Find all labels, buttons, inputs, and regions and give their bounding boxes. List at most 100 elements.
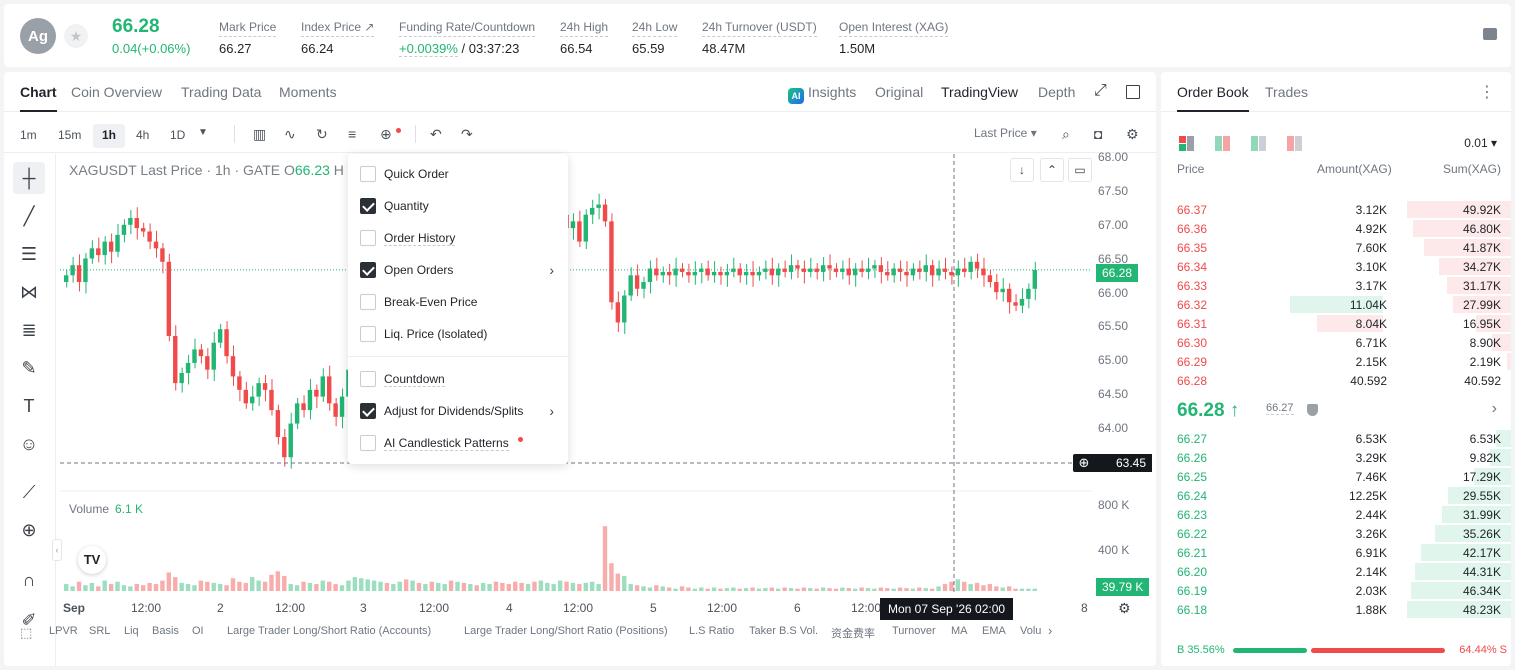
indicator-basis[interactable]: Basis bbox=[152, 625, 179, 637]
ask-row[interactable]: 66.35 7.60K 41.87K bbox=[1161, 238, 1511, 257]
ask-row[interactable]: 66.30 6.71K 8.90K bbox=[1161, 333, 1511, 352]
search-icon[interactable]: ⌕ bbox=[1062, 126, 1070, 143]
view-tradingview[interactable]: TradingView bbox=[941, 84, 1018, 100]
stat-label[interactable]: Mark Price bbox=[219, 20, 277, 37]
view-depth[interactable]: Depth bbox=[1038, 84, 1075, 100]
indicator-lt-ls-positions[interactable]: Large Trader Long/Short Ratio (Positions… bbox=[464, 625, 668, 637]
checkbox[interactable] bbox=[360, 166, 376, 182]
menu-item-quick-order[interactable]: Quick Order bbox=[348, 160, 568, 188]
text-tool-icon[interactable]: T bbox=[13, 390, 45, 422]
candlestick-svg[interactable] bbox=[60, 154, 1092, 594]
checkbox-checked[interactable] bbox=[360, 262, 376, 278]
favorite-star-icon[interactable]: ★ bbox=[64, 24, 88, 48]
view-both-icon[interactable] bbox=[1179, 136, 1195, 151]
menu-item-order-history[interactable]: Order History bbox=[348, 224, 568, 252]
precision-select[interactable]: 0.01 ▾ bbox=[1464, 136, 1497, 150]
indicator-bar-icon[interactable]: ⬚ bbox=[20, 625, 32, 641]
ask-row[interactable]: 66.34 3.10K 34.27K bbox=[1161, 257, 1511, 276]
reset-icon[interactable]: ▭ bbox=[1068, 158, 1092, 182]
bid-row[interactable]: 66.20 2.14K 44.31K bbox=[1161, 562, 1511, 581]
bid-row[interactable]: 66.24 12.25K 29.55K bbox=[1161, 486, 1511, 505]
more-options-icon[interactable]: ⋮ bbox=[1479, 82, 1495, 102]
indicator-oi[interactable]: OI bbox=[192, 625, 204, 637]
timeframe-1h[interactable]: 1h bbox=[93, 124, 125, 148]
timeframe-15m[interactable]: 15m bbox=[52, 124, 87, 148]
indicator-turnover[interactable]: Turnover bbox=[892, 625, 936, 637]
tab-coin-overview[interactable]: Coin Overview bbox=[71, 84, 162, 100]
replay-icon[interactable]: ↻ bbox=[316, 126, 328, 143]
window-icon[interactable] bbox=[1126, 85, 1140, 99]
checkbox[interactable] bbox=[360, 230, 376, 246]
indicator-lt-ls-accounts[interactable]: Large Trader Long/Short Ratio (Accounts) bbox=[227, 625, 431, 637]
checkbox-checked[interactable] bbox=[360, 403, 376, 419]
menu-item-break-even-price[interactable]: Break-Even Price bbox=[348, 288, 568, 316]
ask-row[interactable]: 66.28 40.592 40.592 bbox=[1161, 371, 1511, 390]
tab-chart[interactable]: Chart bbox=[20, 84, 57, 112]
indicator-scroll-right-icon[interactable]: › bbox=[1048, 623, 1052, 638]
chevron-right-icon[interactable]: › bbox=[1492, 400, 1497, 418]
checkbox-checked[interactable] bbox=[360, 198, 376, 214]
tab-trading-data[interactable]: Trading Data bbox=[181, 84, 261, 100]
bid-row[interactable]: 66.18 1.88K 48.23K bbox=[1161, 600, 1511, 619]
book-icon[interactable] bbox=[1483, 28, 1497, 40]
bid-row[interactable]: 66.19 2.03K 46.34K bbox=[1161, 581, 1511, 600]
indicator-taker-bs-vol[interactable]: Taker B.S Vol. bbox=[749, 625, 818, 637]
menu-item-adjust-dividends[interactable]: Adjust for Dividends/Splits › bbox=[348, 397, 568, 425]
ask-row[interactable]: 66.29 2.15K 2.19K bbox=[1161, 352, 1511, 371]
menu-item-countdown[interactable]: Countdown bbox=[348, 365, 568, 393]
ask-row[interactable]: 66.33 3.17K 31.17K bbox=[1161, 276, 1511, 295]
menu-item-liq-price[interactable]: Liq. Price (Isolated) bbox=[348, 320, 568, 348]
add-icon[interactable]: ⊕ bbox=[380, 126, 401, 143]
candle-type-icon[interactable]: ▥ bbox=[253, 126, 266, 143]
ask-row[interactable]: 66.32 11.04K 27.99K bbox=[1161, 295, 1511, 314]
menu-item-ai-candlestick[interactable]: AI Candlestick Patterns bbox=[348, 429, 568, 457]
camera-icon[interactable]: ◘ bbox=[1094, 126, 1102, 142]
view-insights[interactable]: AI Insights bbox=[788, 84, 856, 104]
checkbox[interactable] bbox=[360, 294, 376, 310]
templates-icon[interactable]: ≡ bbox=[348, 126, 356, 142]
checkbox[interactable] bbox=[360, 371, 376, 387]
bid-row[interactable]: 66.23 2.44K 31.99K bbox=[1161, 505, 1511, 524]
indicator-ls-ratio[interactable]: L.S Ratio bbox=[689, 625, 734, 637]
indicators-icon[interactable]: ∿ bbox=[284, 126, 296, 143]
view-asks-icon[interactable] bbox=[1287, 136, 1303, 151]
collapse-icon[interactable]: ⌃ bbox=[1040, 158, 1064, 182]
scroll-down-icon[interactable]: ↓ bbox=[1010, 158, 1034, 182]
undo-icon[interactable]: ↶ bbox=[430, 126, 442, 143]
funding-rate-value[interactable]: +0.0039% bbox=[399, 41, 458, 57]
price-chart[interactable]: XAGUSDT Last Price · 1h · GATE O66.23 H … bbox=[52, 154, 1092, 594]
menu-item-quantity[interactable]: Quantity bbox=[348, 192, 568, 220]
collapse-toolbar-icon[interactable]: ‹ bbox=[52, 539, 62, 561]
bid-row[interactable]: 66.27 6.53K 6.53K bbox=[1161, 429, 1511, 448]
tab-trades[interactable]: Trades bbox=[1265, 84, 1308, 100]
view-bids-icon[interactable] bbox=[1251, 136, 1267, 151]
ruler-tool-icon[interactable]: ⟋ bbox=[13, 476, 45, 508]
brush-tool-icon[interactable]: ✎ bbox=[13, 352, 45, 384]
expand-icon[interactable]: ⤢ bbox=[1094, 82, 1107, 100]
stat-label[interactable]: Open Interest (XAG) bbox=[839, 20, 949, 37]
tab-order-book[interactable]: Order Book bbox=[1177, 84, 1249, 112]
bid-row[interactable]: 66.25 7.46K 17.29K bbox=[1161, 467, 1511, 486]
price-source-select[interactable]: Last Price ▾ bbox=[974, 126, 1037, 140]
stat-label[interactable]: Index Price ↗ bbox=[301, 20, 375, 37]
ask-row[interactable]: 66.36 4.92K 46.80K bbox=[1161, 219, 1511, 238]
indicator-volume[interactable]: Volu bbox=[1020, 625, 1041, 637]
settings-gear-icon[interactable]: ⚙ bbox=[1126, 126, 1139, 143]
indicator-funding-rate[interactable]: 资金费率 bbox=[831, 625, 875, 641]
pattern-tool-icon[interactable]: ⋈ bbox=[13, 276, 45, 308]
ask-row[interactable]: 66.31 8.04K 16.95K bbox=[1161, 314, 1511, 333]
redo-icon[interactable]: ↷ bbox=[461, 126, 473, 143]
timeframe-1d[interactable]: 1D bbox=[164, 124, 191, 148]
mid-mark-price[interactable]: 66.27 bbox=[1266, 402, 1294, 415]
ask-row[interactable]: 66.37 3.12K 49.92K bbox=[1161, 200, 1511, 219]
magnet-tool-icon[interactable]: ∩ bbox=[13, 564, 45, 596]
tab-moments[interactable]: Moments bbox=[279, 84, 337, 100]
checkbox[interactable] bbox=[360, 326, 376, 342]
zoom-in-tool-icon[interactable]: ⊕ bbox=[13, 514, 45, 546]
bid-row[interactable]: 66.22 3.26K 35.26K bbox=[1161, 524, 1511, 543]
timeframe-4h[interactable]: 4h bbox=[130, 124, 155, 148]
stat-label[interactable]: Funding Rate/Countdown bbox=[399, 20, 536, 37]
indicator-lpvr[interactable]: LPVR bbox=[49, 625, 78, 637]
indicator-liq[interactable]: Liq bbox=[124, 625, 139, 637]
timeframe-dropdown-icon[interactable]: ▼ bbox=[198, 127, 208, 138]
